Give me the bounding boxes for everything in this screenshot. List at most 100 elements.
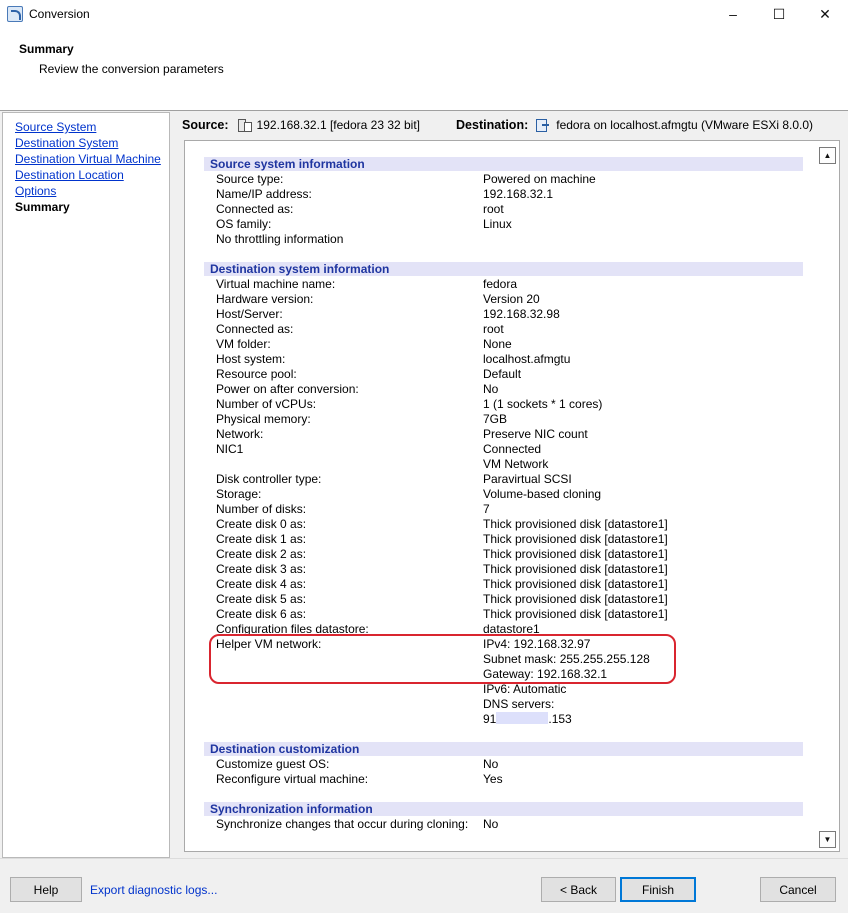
row-value: Yes [483,772,503,786]
vertical-scrollbar[interactable]: ▲ ▼ [816,141,839,851]
row-value: Thick provisioned disk [datastore1] [483,562,668,576]
summary-row: Disk controller type: Paravirtual SCSI [216,472,796,487]
maximize-icon[interactable]: ☐ [756,0,802,28]
section-destination-customization: Destination customization [204,742,803,756]
summary-row: Name/IP address: 192.168.32.1 [216,187,796,202]
summary-row: Connected as: root [216,202,796,217]
wizard-header: Summary Review the conversion parameters [0,28,848,110]
dns-prefix: 91 [483,712,497,726]
nav-summary-current: Summary [15,200,70,214]
source-value: 192.168.32.1 [fedora 23 32 bit] [256,118,421,132]
nav-destination-location[interactable]: Destination Location [15,168,124,182]
back-button[interactable]: < Back [541,877,616,902]
summary-row: Resource pool: Default [216,367,796,382]
row-key: Name/IP address: [216,187,312,201]
row-key: OS family: [216,217,272,231]
row-key: Power on after conversion: [216,382,359,396]
nav-source-system[interactable]: Source System [15,120,96,134]
summary-row: DNS servers: [216,697,796,712]
section-synchronization-info: Synchronization information [204,802,803,816]
row-key: Storage: [216,487,262,501]
page-subtitle: Review the conversion parameters [39,62,224,76]
summary-row: Create disk 4 as: Thick provisioned disk … [216,577,796,592]
row-value: Thick provisioned disk [datastore1] [483,592,668,606]
summary-row: Connected as: root [216,322,796,337]
summary-row: Network: Preserve NIC count [216,427,796,442]
row-value: Thick provisioned disk [datastore1] [483,607,668,621]
summary-row: Create disk 0 as: Thick provisioned disk … [216,517,796,532]
row-key: Synchronize changes that occur during cl… [216,817,469,831]
row-key: Customize guest OS: [216,757,330,771]
dns-value: 91 .153 [483,712,572,727]
scroll-up-icon[interactable]: ▲ [819,147,836,164]
summary-row: IPv6: Automatic [216,682,796,697]
row-value: root [483,202,504,216]
row-key: Connected as: [216,322,294,336]
summary-row: Storage: Volume-based cloning [216,487,796,502]
window-title: Conversion [29,7,90,21]
summary-row: Host/Server: 192.168.32.98 [216,307,796,322]
summary-row: Power on after conversion: No [216,382,796,397]
row-value: Default [483,367,522,381]
summary-row: Physical memory: 7GB [216,412,796,427]
helper-network-highlight [209,634,676,684]
nav-options[interactable]: Options [15,184,56,198]
header-divider [0,110,848,111]
minimize-icon[interactable]: – [710,0,756,28]
row-value: Thick provisioned disk [datastore1] [483,532,668,546]
row-value: 7GB [483,412,508,426]
row-key: Create disk 1 as: [216,532,307,546]
row-value: 192.168.32.1 [483,187,554,201]
row-value: No [483,757,499,771]
summary-row: Number of disks: 7 [216,502,796,517]
row-key: Host/Server: [216,307,283,321]
summary-row: VM folder: None [216,337,796,352]
row-value: Thick provisioned disk [datastore1] [483,517,668,531]
row-key: Create disk 6 as: [216,607,307,621]
summary-row: VM Network [216,457,796,472]
title-bar: Conversion – ☐ ✕ [0,0,848,28]
finish-button[interactable]: Finish [620,877,696,902]
scroll-down-icon[interactable]: ▼ [819,831,836,848]
summary-row: OS family: Linux [216,217,796,232]
destination-vm-icon [536,118,550,132]
row-value: 1 (1 sockets * 1 cores) [483,397,603,411]
summary-row: Customize guest OS: No [216,757,796,772]
export-diagnostic-logs-link[interactable]: Export diagnostic logs... [90,883,217,897]
cancel-button[interactable]: Cancel [760,877,836,902]
row-key: Reconfigure virtual machine: [216,772,369,786]
summary-row: NIC1 Connected [216,442,796,457]
nav-destination-virtual-machine[interactable]: Destination Virtual Machine [15,152,161,166]
row-value: None [483,337,512,351]
row-value: root [483,322,504,336]
row-value: Volume-based cloning [483,487,602,501]
row-key: Create disk 0 as: [216,517,307,531]
row-value: localhost.afmgtu [483,352,571,366]
row-key: No throttling information [216,232,344,246]
summary-row: Number of vCPUs: 1 (1 sockets * 1 cores) [216,397,796,412]
row-key: Network: [216,427,264,441]
row-key: Virtual machine name: [216,277,336,291]
converter-app-icon [7,6,23,22]
summary-row: Create disk 2 as: Thick provisioned disk … [216,547,796,562]
row-key: Resource pool: [216,367,297,381]
source-destination-bar: Source: 192.168.32.1 [fedora 23 32 bit] … [182,116,842,134]
source-machine-icon [237,118,252,132]
row-value: Powered on machine [483,172,596,186]
destination-value: fedora on localhost.afmgtu (VMware ESXi … [556,118,814,132]
row-value: fedora [483,277,518,291]
row-key: Connected as: [216,202,294,216]
summary-row: Source type: Powered on machine [216,172,796,187]
close-icon[interactable]: ✕ [802,0,848,28]
row-key: Disk controller type: [216,472,322,486]
summary-row: Create disk 3 as: Thick provisioned disk … [216,562,796,577]
summary-panel: Source system information Source type: Po… [184,140,840,852]
help-button[interactable]: Help [10,877,82,902]
row-value: Paravirtual SCSI [483,472,572,486]
row-key: Physical memory: [216,412,311,426]
row-value: Linux [483,217,512,231]
row-key: Create disk 3 as: [216,562,307,576]
summary-row: Create disk 1 as: Thick provisioned disk … [216,532,796,547]
row-value: Preserve NIC count [483,427,588,441]
nav-destination-system[interactable]: Destination System [15,136,118,150]
